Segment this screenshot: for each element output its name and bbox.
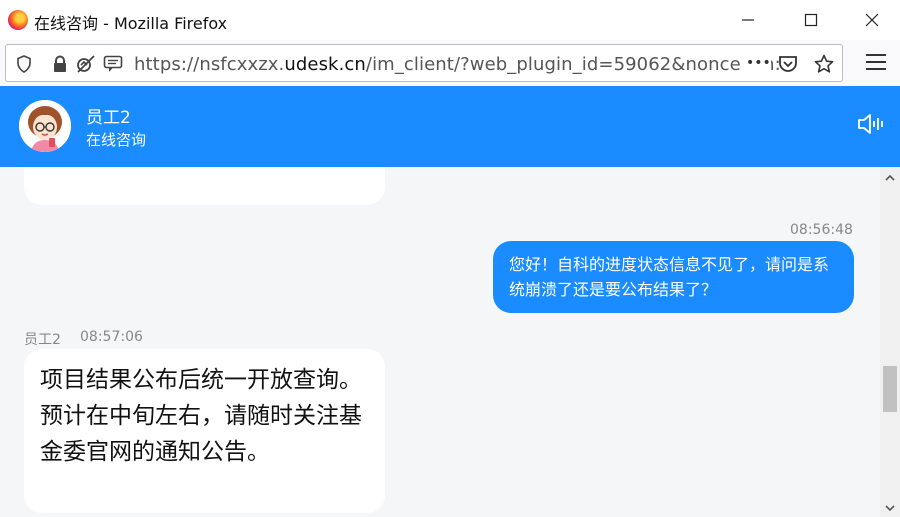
shield-icon[interactable] <box>16 55 32 77</box>
scroll-up-arrow-icon[interactable] <box>884 173 896 185</box>
star-icon[interactable] <box>814 54 834 78</box>
header-subtitle: 在线咨询 <box>86 131 147 149</box>
chat-scrollbar[interactable] <box>880 167 900 517</box>
navigation-toolbar: https://nsfcxxzx.udesk.cn/im_client/?web… <box>0 40 900 86</box>
user-message-time: 08:56:48 <box>790 222 853 238</box>
agent-avatar <box>19 100 71 152</box>
firefox-icon <box>8 10 28 30</box>
agent-message-sender: 员工2 <box>24 332 61 348</box>
scroll-down-arrow-icon[interactable] <box>884 503 896 515</box>
agent-message-time: 08:57:06 <box>80 329 143 345</box>
lock-icon[interactable] <box>52 55 68 77</box>
url-prefix: https://nsfcxxzx. <box>134 54 285 75</box>
speaker-icon[interactable] <box>857 112 885 136</box>
user-message-text: 您好！自科的进度状态信息不见了，请问是系统崩溃了还是要公布结果了？ <box>509 255 830 299</box>
url-domain: udesk.cn <box>284 54 366 75</box>
url-bar[interactable]: https://nsfcxxzx.udesk.cn/im_client/?web… <box>5 44 843 82</box>
chat-header: 员工2 在线咨询 <box>0 86 900 167</box>
previous-agent-bubble <box>24 167 385 205</box>
page-actions-button[interactable]: ••• <box>742 55 771 71</box>
user-message-bubble: 您好！自科的进度状态信息不见了，请问是系统崩溃了还是要公布结果了？ <box>493 241 854 313</box>
window-title: 在线咨询 - Mozilla Firefox <box>34 14 228 33</box>
agent-name: 员工2 <box>86 108 131 128</box>
agent-message-text: 项目结果公布后统一开放查询。预计在中旬左右，请随时关注基金委官网的通知公告。 <box>40 367 362 465</box>
maximize-button[interactable] <box>796 6 826 34</box>
tracking-protection-icon[interactable] <box>76 55 96 77</box>
scrollbar-thumb[interactable] <box>883 366 897 412</box>
hamburger-menu-icon[interactable] <box>866 54 886 72</box>
pocket-icon[interactable] <box>778 55 798 77</box>
close-button[interactable] <box>857 6 887 34</box>
reader-view-icon[interactable] <box>103 55 123 77</box>
url-text[interactable]: https://nsfcxxzx.udesk.cn/im_client/?web… <box>134 54 781 75</box>
chat-message-list[interactable]: 08:56:48 您好！自科的进度状态信息不见了，请问是系统崩溃了还是要公布结果… <box>0 167 880 517</box>
window-titlebar: 在线咨询 - Mozilla Firefox <box>0 0 900 40</box>
minimize-button[interactable] <box>733 6 763 34</box>
agent-message-bubble: 项目结果公布后统一开放查询。预计在中旬左右，请随时关注基金委官网的通知公告。 <box>24 349 385 513</box>
url-path: /im_client/?web_plugin_id=59062&nonce=rn… <box>365 54 781 75</box>
